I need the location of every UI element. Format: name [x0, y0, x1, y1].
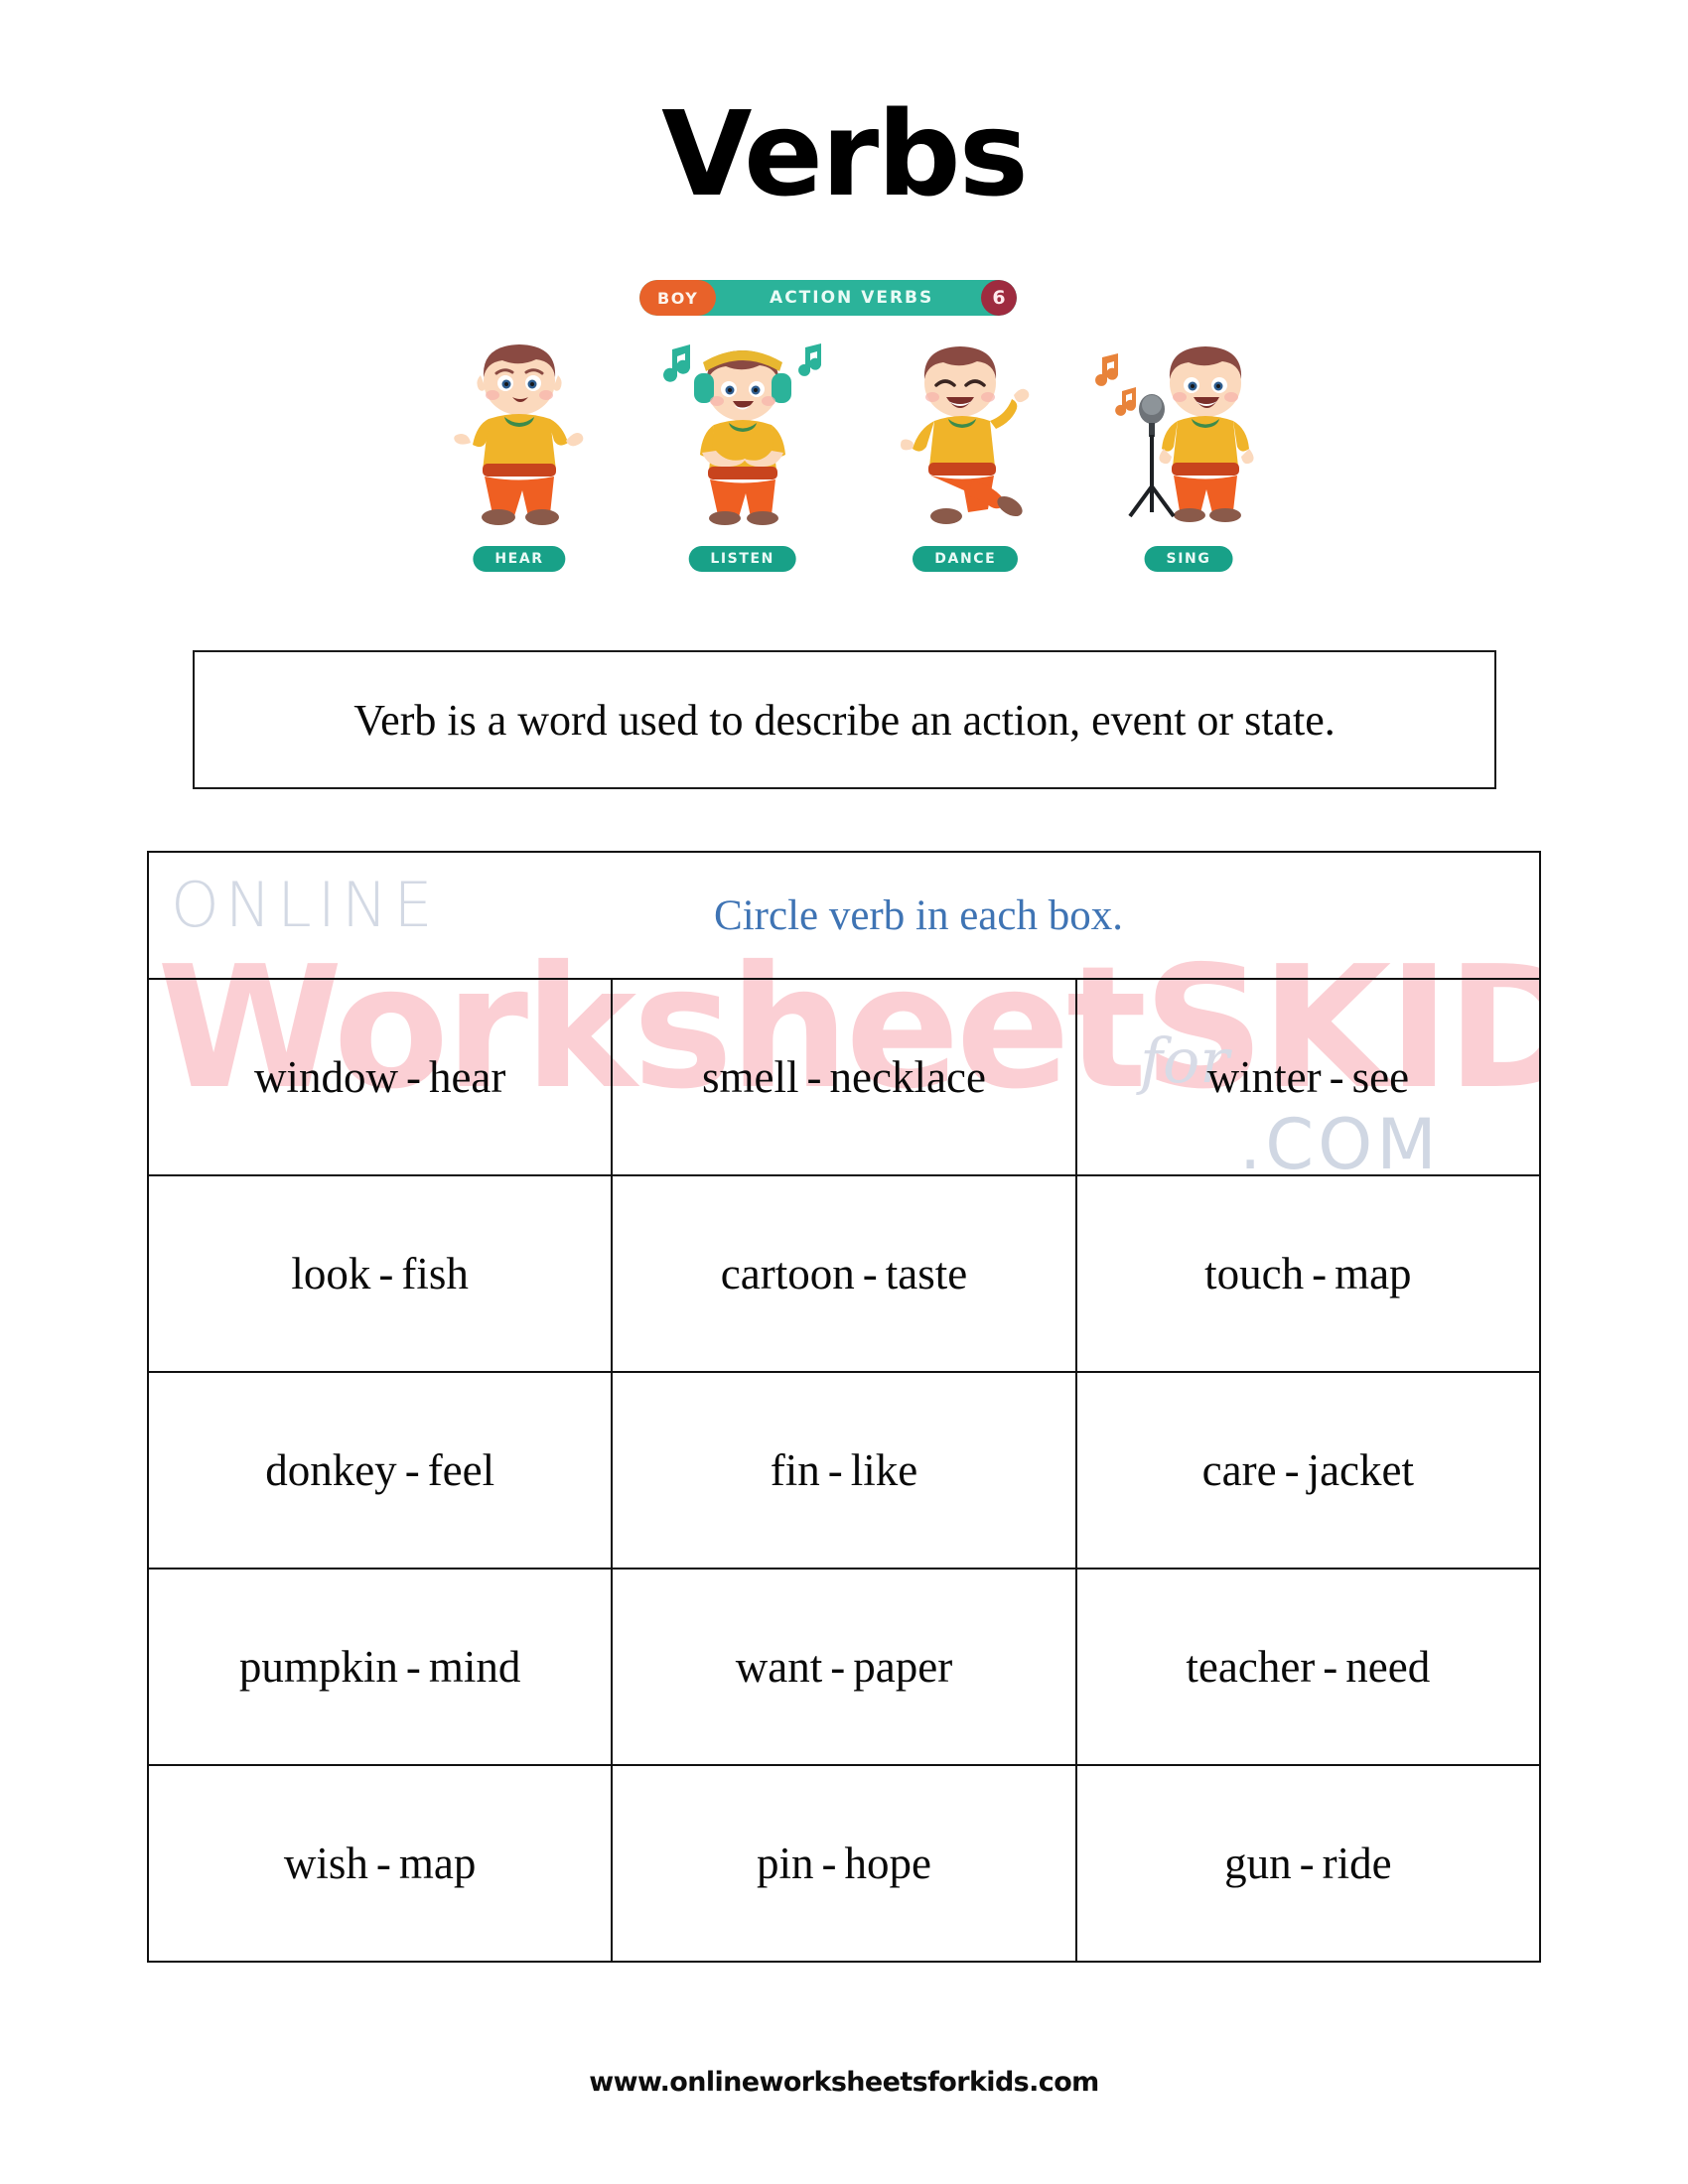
- illustration-banner: BOY ACTION VERBS 6: [639, 280, 1017, 316]
- figure-listen: LISTEN: [640, 324, 845, 572]
- figure-row: HEAR LISTEN DANCE SING: [417, 324, 1291, 572]
- word-option-b[interactable]: fish: [401, 1249, 469, 1298]
- word-box[interactable]: cartoon - taste: [611, 1174, 1077, 1373]
- word-separator: -: [1284, 1445, 1300, 1495]
- word-box[interactable]: window - hear: [146, 978, 614, 1176]
- word-box[interactable]: donkey - feel: [146, 1371, 614, 1570]
- boy-with-headphones-icon: [662, 343, 821, 525]
- word-option-b[interactable]: paper: [853, 1642, 952, 1692]
- music-note-icon: [1095, 353, 1136, 416]
- banner-number-badge: 6: [981, 280, 1017, 316]
- table-row: look - fish cartoon - taste touch - map: [146, 1174, 1542, 1373]
- figure-label-listen: LISTEN: [688, 546, 796, 572]
- word-box[interactable]: gun - ride: [1074, 1764, 1542, 1963]
- word-separator: -: [827, 1445, 843, 1495]
- boy-with-microphone-icon: [1095, 346, 1254, 522]
- definition-box: Verb is a word used to describe an actio…: [193, 650, 1496, 789]
- word-option-b[interactable]: need: [1345, 1642, 1430, 1692]
- music-note-icon: [662, 344, 690, 382]
- word-separator: -: [404, 1445, 420, 1495]
- boy-hand-to-ear-icon: [454, 344, 584, 525]
- word-option-b[interactable]: like: [851, 1445, 917, 1495]
- word-box[interactable]: fin - like: [611, 1371, 1077, 1570]
- table-row: window - hear smell - necklace winter - see: [146, 978, 1542, 1176]
- word-option-a[interactable]: window: [254, 1052, 398, 1102]
- word-option-a[interactable]: want: [736, 1642, 822, 1692]
- boy-dancing-icon: [901, 346, 1030, 524]
- exercise-table: Circle verb in each box. window - hear sme…: [146, 851, 1542, 1963]
- page-title: Verbs: [661, 85, 1029, 222]
- word-box[interactable]: pin - hope: [611, 1764, 1077, 1963]
- word-option-a[interactable]: pin: [757, 1839, 814, 1888]
- word-option-a[interactable]: cartoon: [721, 1249, 855, 1298]
- word-option-a[interactable]: smell: [702, 1052, 799, 1102]
- word-option-b[interactable]: ride: [1323, 1839, 1392, 1888]
- figure-label-sing: SING: [1144, 546, 1233, 572]
- word-option-a[interactable]: care: [1202, 1445, 1277, 1495]
- figure-sing: SING: [1086, 324, 1291, 572]
- word-separator: -: [862, 1249, 878, 1298]
- word-separator: -: [1312, 1249, 1328, 1298]
- word-box[interactable]: want - paper: [611, 1568, 1077, 1766]
- word-box[interactable]: teacher - need: [1074, 1568, 1542, 1766]
- word-separator: -: [405, 1642, 421, 1692]
- word-option-a[interactable]: look: [291, 1249, 370, 1298]
- word-box[interactable]: care - jacket: [1074, 1371, 1542, 1570]
- word-option-b[interactable]: hear: [429, 1052, 505, 1102]
- word-box[interactable]: look - fish: [146, 1174, 614, 1373]
- word-option-a[interactable]: gun: [1224, 1839, 1292, 1888]
- word-box[interactable]: wish - map: [146, 1764, 614, 1963]
- word-box[interactable]: winter - see: [1074, 978, 1542, 1176]
- figure-dance: DANCE: [863, 324, 1067, 572]
- word-option-b[interactable]: necklace: [830, 1052, 986, 1102]
- word-separator: -: [405, 1052, 421, 1102]
- word-separator: -: [378, 1249, 394, 1298]
- word-option-a[interactable]: wish: [284, 1839, 368, 1888]
- instruction-text: Circle verb in each box.: [714, 891, 1123, 939]
- figure-label-dance: DANCE: [913, 546, 1019, 572]
- word-option-a[interactable]: donkey: [265, 1445, 396, 1495]
- word-option-b[interactable]: taste: [886, 1249, 967, 1298]
- word-option-b[interactable]: map: [399, 1839, 476, 1888]
- word-option-a[interactable]: touch: [1204, 1249, 1304, 1298]
- table-row: donkey - feel fin - like care - jacket: [146, 1371, 1542, 1570]
- word-option-b[interactable]: mind: [429, 1642, 521, 1692]
- word-separator: -: [821, 1839, 837, 1888]
- word-option-b[interactable]: jacket: [1308, 1445, 1414, 1495]
- word-option-a[interactable]: pumpkin: [239, 1642, 398, 1692]
- word-box[interactable]: smell - necklace: [611, 978, 1077, 1176]
- word-option-a[interactable]: winter: [1207, 1052, 1322, 1102]
- banner-category-tag: BOY: [639, 280, 717, 316]
- definition-text: Verb is a word used to describe an actio…: [353, 695, 1336, 745]
- instruction-row: Circle verb in each box.: [147, 851, 1541, 980]
- figure-label-hear: HEAR: [473, 546, 566, 572]
- table-row: wish - map pin - hope gun - ride: [146, 1764, 1542, 1963]
- action-verbs-illustration: BOY ACTION VERBS 6 HEAR LISTEN DANCE SIN…: [417, 280, 1291, 578]
- word-option-a[interactable]: fin: [771, 1445, 820, 1495]
- word-separator: -: [375, 1839, 391, 1888]
- word-separator: -: [1323, 1642, 1338, 1692]
- word-option-a[interactable]: teacher: [1186, 1642, 1315, 1692]
- figure-hear: HEAR: [417, 324, 622, 572]
- worksheet-page: Verbs BOY ACTION VERBS 6 HEAR LISTEN DAN…: [0, 0, 1688, 2184]
- instruction-cell: Circle verb in each box.: [147, 851, 1541, 980]
- word-option-b[interactable]: hope: [845, 1839, 931, 1888]
- banner-title: ACTION VERBS: [770, 288, 934, 308]
- word-box[interactable]: pumpkin - mind: [146, 1568, 614, 1766]
- word-separator: -: [1329, 1052, 1344, 1102]
- word-separator: -: [806, 1052, 822, 1102]
- word-separator: -: [1299, 1839, 1315, 1888]
- footer-url[interactable]: www.onlineworksheetsforkids.com: [0, 2067, 1688, 2098]
- table-row: pumpkin - mind want - paper teacher - need: [146, 1568, 1542, 1766]
- word-option-b[interactable]: see: [1352, 1052, 1409, 1102]
- word-box[interactable]: touch - map: [1074, 1174, 1542, 1373]
- word-option-b[interactable]: map: [1335, 1249, 1411, 1298]
- word-option-b[interactable]: feel: [428, 1445, 494, 1495]
- word-separator: -: [830, 1642, 846, 1692]
